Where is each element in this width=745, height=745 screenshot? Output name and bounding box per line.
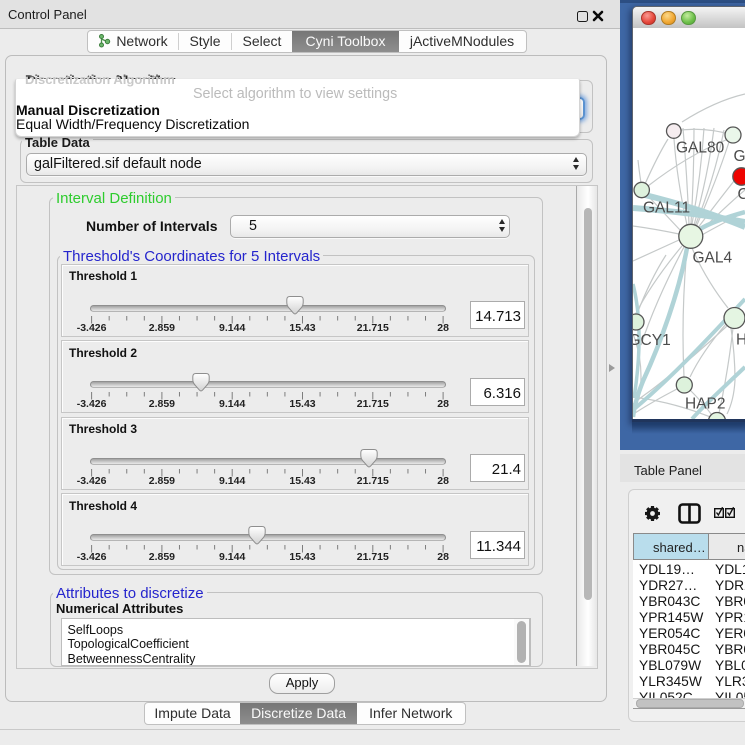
svg-text:GCY1: GCY1	[633, 332, 671, 349]
svg-text:HL: HL	[736, 332, 745, 349]
svg-text:GAL11: GAL11	[643, 200, 690, 217]
svg-text:GAL80: GAL80	[676, 140, 725, 157]
svg-text:GAL4: GAL4	[693, 250, 733, 267]
svg-text:C: C	[738, 186, 745, 203]
svg-text:HAP2: HAP2	[685, 396, 726, 413]
svg-text:GA: GA	[734, 148, 745, 165]
